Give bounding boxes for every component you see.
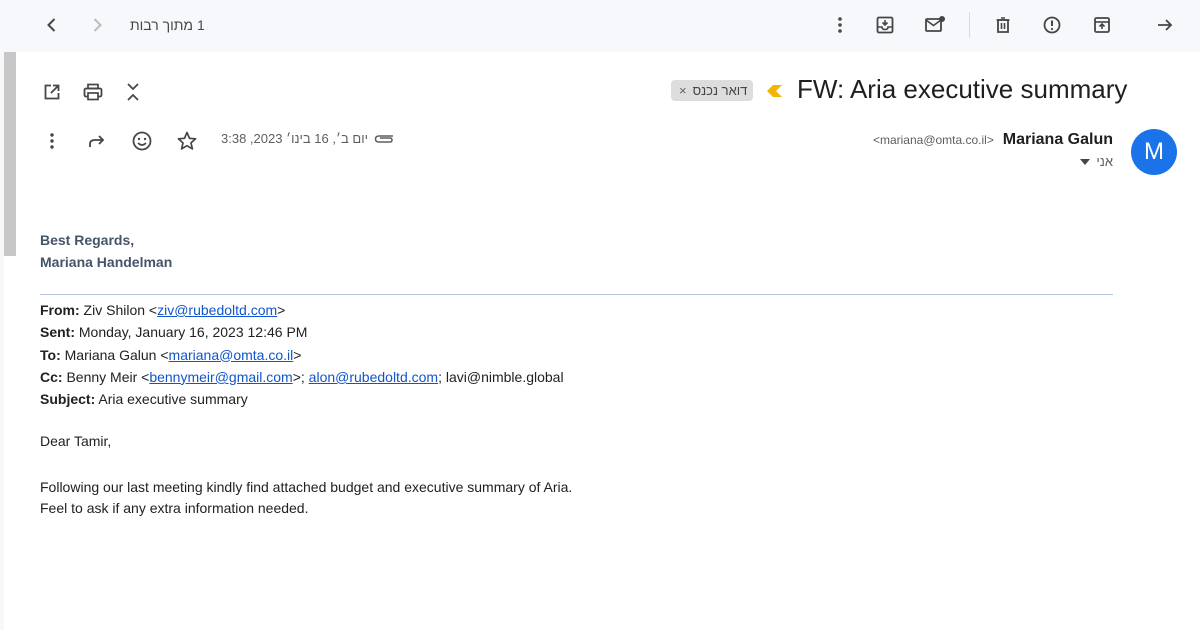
quoted-divider: [40, 294, 1113, 295]
mark-unread-icon[interactable]: [921, 11, 949, 39]
sender-info: <mariana@omta.co.il> Mariana Galun: [873, 131, 1113, 149]
cc-email-link-2[interactable]: alon@rubedoltd.com: [309, 369, 438, 385]
email-datetime: יום ב׳, 16 בינו׳ 2023, 3:38: [221, 131, 368, 146]
more-vert-icon[interactable]: [826, 11, 854, 39]
to-line: To: Mariana Galun <mariana@omta.co.il>: [40, 346, 302, 363]
avatar[interactable]: M: [1131, 129, 1177, 175]
archive-icon[interactable]: [1088, 11, 1116, 39]
pager-text: 1 מתוך רבות: [130, 17, 205, 33]
remove-label-icon[interactable]: ×: [679, 83, 687, 98]
star-icon[interactable]: [173, 127, 201, 155]
inbox-label-text: דואר נכנס: [692, 83, 748, 98]
body-line-2: Feel to ask if any extra information nee…: [40, 500, 309, 516]
move-to-inbox-icon[interactable]: [871, 11, 899, 39]
sender-name[interactable]: Mariana Galun: [1003, 131, 1113, 148]
inbox-label-chip[interactable]: דואר נכנס ×: [671, 80, 754, 101]
subject-line: Subject: Aria executive summary: [40, 391, 248, 408]
cc-email-link-1[interactable]: bennymeir@gmail.com: [149, 369, 292, 385]
email-subject: FW: Aria executive summary: [797, 74, 1128, 104]
collapse-all-icon[interactable]: [119, 78, 147, 106]
recipient-details[interactable]: אני: [1080, 154, 1113, 169]
more-options-icon[interactable]: [38, 127, 66, 155]
back-arrow-icon[interactable]: [38, 11, 66, 39]
sender-email: <mariana@omta.co.il>: [872, 133, 994, 147]
open-in-new-window-icon[interactable]: [38, 78, 66, 106]
greeting-text: Dear Tamir,: [40, 433, 112, 449]
scrollbar[interactable]: [4, 52, 16, 256]
forward-arrow-icon[interactable]: [1151, 11, 1179, 39]
signature-line-2: Mariana Handelman: [40, 254, 173, 270]
email-body: Best Regards, Mariana Handelman: [40, 229, 1113, 273]
from-email-link[interactable]: ziv@rubedoltd.com: [157, 302, 277, 318]
from-line: From: Ziv Shilon <ziv@rubedoltd.com>: [40, 302, 286, 318]
forwarded-header: From: Ziv Shilon <ziv@rubedoltd.com> Sen…: [40, 299, 564, 410]
emoji-reaction-icon[interactable]: [128, 127, 156, 155]
cc-line: Cc: Benny Meir <bennymeir@gmail.com>; al…: [40, 368, 564, 385]
report-spam-icon[interactable]: [1038, 11, 1066, 39]
forward-icon[interactable]: [83, 127, 111, 155]
sent-line: Sent: Monday, January 16, 2023 12:46 PM: [40, 324, 308, 341]
dropdown-arrow-icon: [1080, 158, 1091, 165]
delete-icon[interactable]: [989, 11, 1017, 39]
body-line-1: Following our last meeting kindly find a…: [40, 479, 573, 495]
recipient-me: אני: [1096, 154, 1113, 169]
toolbar-divider: [969, 12, 970, 38]
chevron-right-icon[interactable]: [83, 11, 111, 39]
importance-marker-icon[interactable]: [765, 84, 783, 103]
to-email-link[interactable]: mariana@omta.co.il: [169, 347, 294, 363]
signature-line-1: Best Regards,: [40, 232, 135, 248]
print-icon[interactable]: [79, 78, 107, 106]
attachment-icon: [373, 131, 395, 150]
top-toolbar: 1 מתוך רבות: [0, 0, 1200, 52]
